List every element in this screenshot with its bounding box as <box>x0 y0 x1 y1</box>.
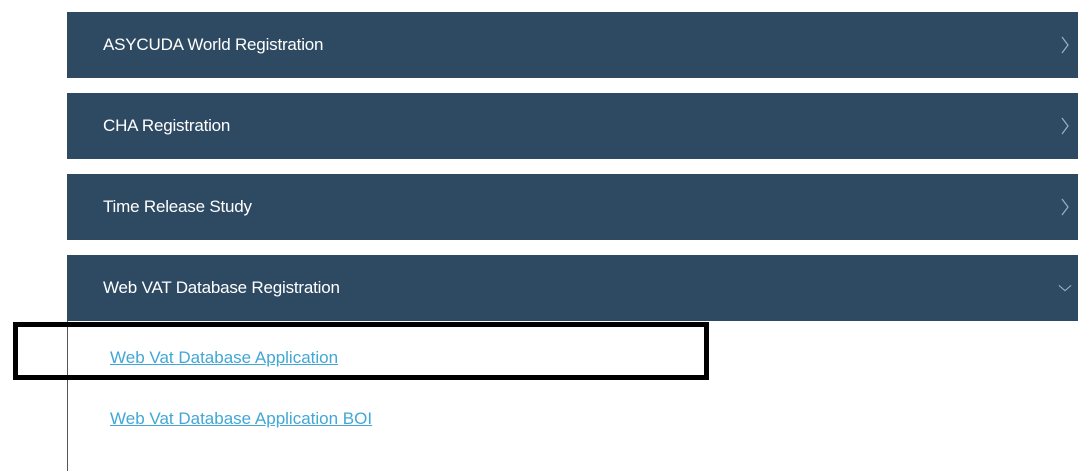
web-vat-database-application-link[interactable]: Web Vat Database Application <box>110 348 338 368</box>
chevron-down-icon <box>1058 277 1072 299</box>
chevron-right-icon <box>1058 196 1072 218</box>
chevron-right-icon <box>1058 115 1072 137</box>
accordion-header-time-release-study[interactable]: Time Release Study <box>67 174 1078 240</box>
accordion-panel-web-vat-database-registration: Web Vat Database Application Web Vat Dat… <box>67 321 1078 471</box>
web-vat-database-application-boi-link[interactable]: Web Vat Database Application BOI <box>110 409 372 429</box>
chevron-right-icon <box>1058 34 1072 56</box>
accordion-header-label: ASYCUDA World Registration <box>103 35 324 54</box>
registration-accordion: ASYCUDA World Registration CHA Registrat… <box>67 12 1078 471</box>
accordion-header-label: Time Release Study <box>103 197 252 216</box>
accordion-header-label: Web VAT Database Registration <box>103 278 340 297</box>
accordion-header-label: CHA Registration <box>103 116 231 135</box>
accordion-header-asycuda-world-registration[interactable]: ASYCUDA World Registration <box>67 12 1078 78</box>
accordion-header-web-vat-database-registration[interactable]: Web VAT Database Registration <box>67 255 1078 321</box>
accordion-header-cha-registration[interactable]: CHA Registration <box>67 93 1078 159</box>
